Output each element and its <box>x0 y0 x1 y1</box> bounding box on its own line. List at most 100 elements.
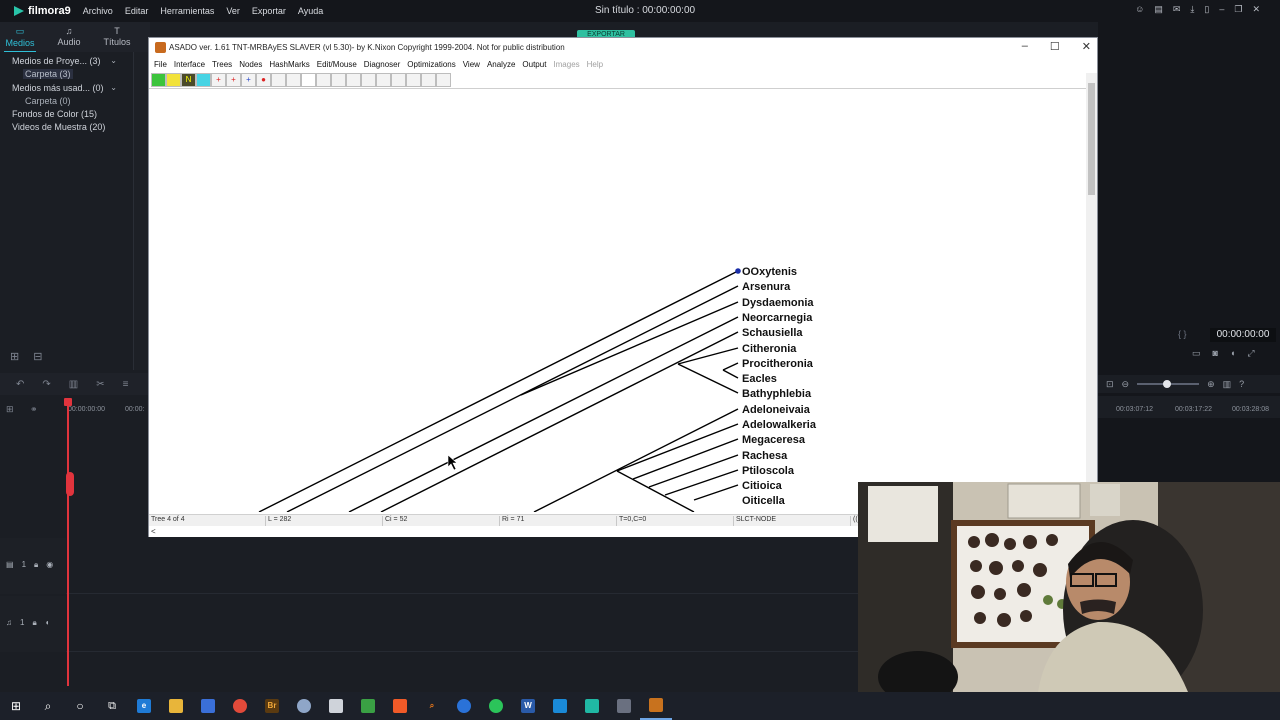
menu-optimizations[interactable]: Optimizations <box>407 58 455 72</box>
delete-icon[interactable]: ▥ <box>69 379 78 390</box>
timeline-ruler[interactable]: ⊞ ⚭ 00:00:00:00 00:00: <box>0 396 150 418</box>
tab-medios[interactable]: ▭ Medios <box>0 26 40 53</box>
media-tree-item[interactable]: Carpeta (0) <box>25 96 71 106</box>
delete-folder-icon[interactable]: ⊟ <box>33 350 42 363</box>
playhead-knob[interactable] <box>64 398 72 406</box>
chevron-down-icon[interactable]: ⌄ <box>110 83 117 92</box>
maximize-icon[interactable]: ❐ <box>1234 4 1242 15</box>
toolbar-button[interactable] <box>406 73 421 87</box>
search-orange-icon[interactable]: ⌕ <box>416 692 448 720</box>
branch[interactable] <box>616 470 695 513</box>
app-icon[interactable] <box>608 692 640 720</box>
taxon-label[interactable]: OOxytenis <box>742 266 797 278</box>
toolbar-n-button[interactable]: N <box>181 73 196 87</box>
menu-archivo[interactable]: Archivo <box>83 6 113 16</box>
toolbar-button[interactable] <box>361 73 376 87</box>
toolbar-button[interactable] <box>316 73 331 87</box>
media-tree-item[interactable]: Videos de Muestra (20) <box>12 122 105 132</box>
link-icon[interactable]: ⚭ <box>30 404 38 415</box>
toolbar-button[interactable] <box>331 73 346 87</box>
mail-icon[interactable]: ✉ <box>1173 4 1181 15</box>
menu-interface[interactable]: Interface <box>174 58 205 72</box>
zoom-slider-thumb[interactable] <box>1163 380 1172 388</box>
taxon-label[interactable]: Procitheronia <box>742 358 814 370</box>
lock-icon[interactable]: 🔒︎ <box>34 560 38 570</box>
chevron-down-icon[interactable]: ⌄ <box>110 56 117 65</box>
monitor-icon[interactable]: ▭ <box>1192 348 1201 359</box>
save-icon[interactable]: ▤ <box>1154 4 1163 15</box>
menu-ayuda[interactable]: Ayuda <box>298 6 323 16</box>
edge-icon[interactable]: e <box>128 692 160 720</box>
download-icon[interactable]: ⤓ <box>1190 4 1194 15</box>
columns-icon[interactable]: ▥ <box>1223 379 1232 390</box>
menu-hashmarks[interactable]: HashMarks <box>269 58 309 72</box>
taxon-label[interactable]: Oiticella <box>742 495 786 507</box>
menu-view[interactable]: View <box>463 58 480 72</box>
vertical-scrollbar-thumb[interactable] <box>1088 83 1095 195</box>
playhead-handle[interactable] <box>66 472 74 496</box>
teamviewer-icon[interactable] <box>448 692 480 720</box>
toolbar-plus-button[interactable]: + <box>241 73 256 87</box>
toolbar-button[interactable] <box>421 73 436 87</box>
cut-icon[interactable]: ✂ <box>96 379 104 390</box>
taxon-label[interactable]: Eacles <box>742 373 777 385</box>
toolbar-button[interactable] <box>346 73 361 87</box>
branch[interactable] <box>348 316 739 513</box>
menu-images[interactable]: Images <box>553 58 579 72</box>
filmora-taskbar-icon[interactable] <box>576 692 608 720</box>
video-track[interactable]: ▤ 1 🔒︎ ◉ <box>0 538 860 594</box>
toolbar-button[interactable] <box>436 73 451 87</box>
toolbar-button[interactable] <box>286 73 301 87</box>
help-icon[interactable]: ? <box>1239 379 1244 389</box>
cortana-icon[interactable]: ○ <box>64 692 96 720</box>
zoom-in-icon[interactable]: ⊕ <box>1207 379 1215 390</box>
windows-start-icon[interactable]: ⊞ <box>0 692 32 720</box>
speaker-icon[interactable]: ◖ <box>45 618 50 628</box>
branch[interactable] <box>664 469 739 496</box>
menu-nodes[interactable]: Nodes <box>239 58 262 72</box>
toolbar-red-cross-button[interactable]: + <box>211 73 226 87</box>
task-view-icon[interactable]: ⧉ <box>96 692 128 720</box>
new-folder-icon[interactable]: ⊞ <box>10 350 19 363</box>
maximize-icon[interactable]: ☐ <box>1050 40 1060 53</box>
taxon-label[interactable]: Dysdaemonia <box>742 297 814 309</box>
menu-exportar[interactable]: Exportar <box>252 6 286 16</box>
taxon-label[interactable]: Adeloneivaia <box>742 404 811 416</box>
tab-audio[interactable]: ♫ Audio <box>49 26 89 47</box>
asado-titlebar[interactable]: ASADO ver. 1.61 TNT-MRBAyES SLAVER (vl 5… <box>149 38 1097 58</box>
taxon-label[interactable]: Citioica <box>742 480 783 492</box>
toolbar-cyan-button[interactable] <box>196 73 211 87</box>
taxon-label[interactable]: Adelowalkeria <box>742 419 817 431</box>
menu-edit-mouse[interactable]: Edit/Mouse <box>317 58 357 72</box>
tree-canvas[interactable]: OOxytenis Arsenura Dysdaemonia Neorcarne… <box>149 90 1086 513</box>
branch[interactable] <box>286 285 739 513</box>
camera-icon[interactable]: ◙ <box>1213 348 1218 359</box>
bridge-icon[interactable]: Br <box>256 692 288 720</box>
branch[interactable] <box>722 362 739 371</box>
toolbar-button[interactable] <box>301 73 316 87</box>
branch[interactable] <box>693 484 739 501</box>
menu-trees[interactable]: Trees <box>212 58 232 72</box>
audio-track[interactable]: ♫ 1 🔒︎ ◖ <box>0 596 860 652</box>
close-icon[interactable]: ✕ <box>1082 40 1091 53</box>
add-track-icon[interactable]: ⊞ <box>6 404 14 415</box>
chrome-icon[interactable] <box>224 692 256 720</box>
minimize-icon[interactable]: – <box>1219 4 1224 15</box>
branch[interactable] <box>722 369 739 379</box>
branch[interactable] <box>533 408 739 513</box>
taxon-label[interactable]: Neorcarnegia <box>742 312 813 324</box>
taxon-label[interactable]: Schausiella <box>742 327 803 339</box>
playhead-line[interactable] <box>67 400 69 686</box>
media-tree-item[interactable]: Medios más usad... (0) <box>12 83 104 93</box>
taxon-label[interactable]: Citheronia <box>742 343 797 355</box>
timeline-ruler-right[interactable]: 00:03:07:12 00:03:17:22 00:03:28:08 <box>1098 396 1280 418</box>
menu-herramientas[interactable]: Herramientas <box>160 6 214 16</box>
menu-file[interactable]: File <box>154 58 167 72</box>
media-tree-item[interactable]: Fondos de Color (15) <box>12 109 97 119</box>
whatsapp-icon[interactable] <box>480 692 512 720</box>
toolbar-yellow-button[interactable] <box>166 73 181 87</box>
file-explorer-icon[interactable] <box>160 692 192 720</box>
undo-icon[interactable]: ↶ <box>16 379 24 390</box>
branch[interactable] <box>258 270 739 513</box>
toolbar-button[interactable] <box>376 73 391 87</box>
